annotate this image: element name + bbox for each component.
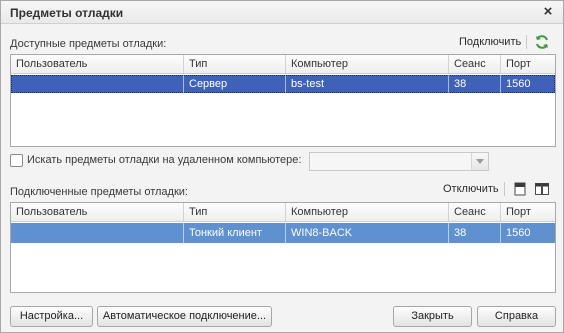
help-button[interactable]: Справка bbox=[477, 306, 556, 327]
close-button[interactable]: Закрыть bbox=[393, 306, 472, 327]
auto-connect-button[interactable]: Автоматическое подключение... bbox=[97, 306, 272, 327]
connected-items-table[interactable]: Пользователь Тип Компьютер Сеанс Порт То… bbox=[10, 202, 556, 293]
cell-port: 1560 bbox=[506, 227, 531, 239]
close-icon[interactable]: × bbox=[540, 4, 556, 20]
settings-button[interactable]: Настройка... bbox=[10, 306, 93, 327]
refresh-icon[interactable] bbox=[534, 34, 550, 50]
debug-items-window: Предметы отладки × Доступные предметы от… bbox=[0, 0, 564, 333]
column-session[interactable]: Сеанс bbox=[449, 55, 501, 73]
disconnect-button[interactable]: Отключить bbox=[443, 183, 499, 195]
column-computer[interactable]: Компьютер bbox=[286, 55, 449, 73]
remote-search-checkbox[interactable] bbox=[10, 154, 23, 167]
column-port[interactable]: Порт bbox=[501, 55, 557, 73]
remote-search-label: Искать предметы отладки на удаленном ком… bbox=[27, 154, 302, 166]
remote-computer-combo[interactable] bbox=[309, 152, 489, 171]
cell-session: 38 bbox=[449, 75, 501, 93]
cell-computer: bs-test bbox=[286, 75, 449, 93]
connected-table-header: Пользователь Тип Компьютер Сеанс Порт bbox=[11, 203, 555, 222]
cell-session: 38 bbox=[449, 223, 501, 243]
cell-type: Сервер bbox=[184, 75, 286, 93]
column-port[interactable]: Порт bbox=[501, 203, 557, 221]
title-bar: Предметы отладки × bbox=[1, 1, 563, 24]
window-title: Предметы отладки bbox=[10, 6, 124, 20]
column-session[interactable]: Сеанс bbox=[449, 203, 501, 221]
table-row[interactable]: Тонкий клиент WIN8-BACK 38 1560 bbox=[11, 223, 555, 243]
cell-user bbox=[11, 223, 184, 243]
chevron-down-icon[interactable] bbox=[471, 153, 488, 170]
cell-user bbox=[11, 75, 184, 93]
connect-button[interactable]: Подключить bbox=[459, 36, 521, 48]
split-view-icon[interactable] bbox=[534, 181, 550, 197]
column-user[interactable]: Пользователь bbox=[11, 55, 184, 73]
available-table-header: Пользователь Тип Компьютер Сеанс Порт bbox=[11, 55, 555, 74]
connected-items-label: Подключенные предметы отладки: bbox=[10, 186, 188, 198]
toolbar-separator bbox=[526, 35, 527, 49]
column-type[interactable]: Тип bbox=[184, 55, 286, 73]
column-computer[interactable]: Компьютер bbox=[286, 203, 449, 221]
document-icon[interactable] bbox=[513, 181, 527, 197]
available-items-label: Доступные предметы отладки: bbox=[10, 38, 167, 50]
column-user[interactable]: Пользователь bbox=[11, 203, 184, 221]
cell-port: 1560 bbox=[506, 78, 531, 90]
available-items-table[interactable]: Пользователь Тип Компьютер Сеанс Порт Се… bbox=[10, 54, 556, 147]
column-type[interactable]: Тип bbox=[184, 203, 286, 221]
cell-type: Тонкий клиент bbox=[184, 223, 286, 243]
toolbar-separator bbox=[504, 182, 505, 196]
table-row[interactable]: Сервер bs-test 38 1560 bbox=[11, 75, 555, 93]
cell-computer: WIN8-BACK bbox=[286, 223, 449, 243]
